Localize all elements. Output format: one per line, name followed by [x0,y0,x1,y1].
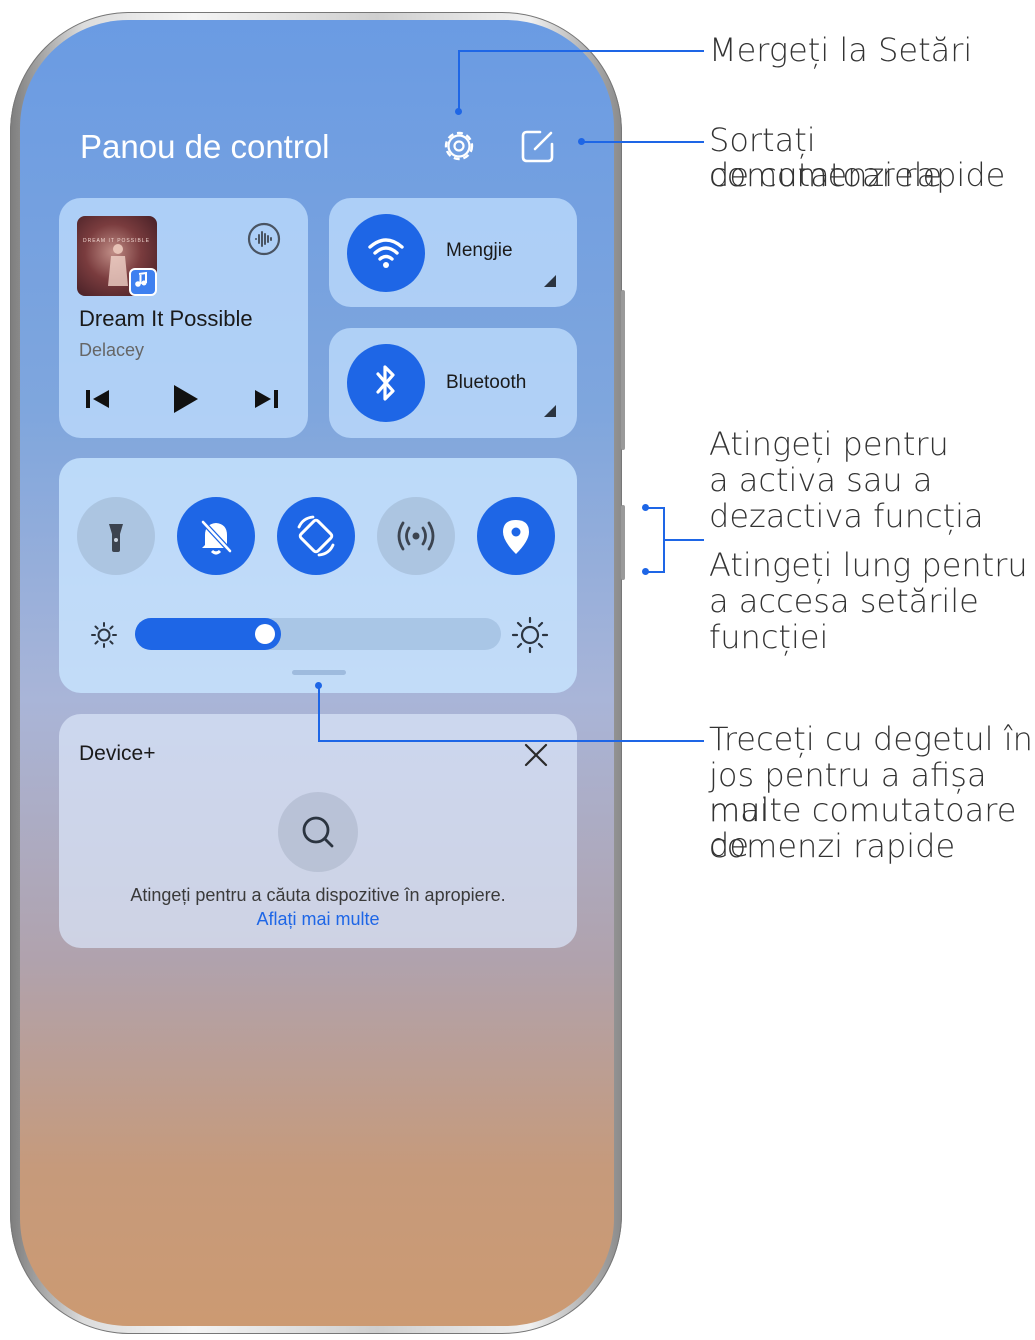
learn-more-link[interactable]: Aflați mai multe [59,909,577,930]
leader-line [318,740,704,742]
silent-toggle[interactable] [177,497,255,575]
previous-icon[interactable] [83,386,113,412]
expand-corner-icon [544,275,556,287]
device-search-button[interactable] [278,792,358,872]
song-title: Dream It Possible [79,306,253,331]
callout-swipe-line4: comenzi rapide [709,827,956,865]
wifi-toggle[interactable] [347,214,425,292]
shortcut-switches-card [59,458,577,693]
wifi-icon [368,238,404,268]
leader-dot [578,138,585,145]
leader-line [458,50,460,110]
leader-line [582,141,704,143]
next-icon[interactable] [251,386,281,412]
leader-dot [315,682,322,689]
auto-rotate-toggle[interactable] [277,497,355,575]
audio-output-icon[interactable] [245,220,283,258]
wifi-label: Mengjie [446,240,513,261]
bluetooth-tile[interactable]: Bluetooth [329,328,577,438]
rotate-icon [297,515,335,557]
song-artist: Delacey [79,340,145,360]
music-app-icon [129,268,157,296]
wifi-tile[interactable]: Mengjie [329,198,577,307]
volume-button [621,290,625,450]
play-icon[interactable] [169,382,201,416]
leader-dot [642,504,649,511]
callout-tap-line1: Atingeți pentru [709,425,949,463]
callout-sort-line2: de comenzi rapide [709,156,1006,194]
sun-small-icon [91,622,117,648]
album-art: DREAM IT POSSIBLE [77,216,157,296]
callout-tap-line2: a activa sau a [709,461,933,499]
device-search-hint: Atingeți pentru a căuta dispozitive în a… [130,885,506,905]
callout-swipe-line1: Treceți cu degetul în [709,720,1033,758]
location-pin-icon [503,520,529,554]
expand-handle[interactable] [292,670,346,675]
leader-dot [455,108,462,115]
callout-tap-line3: dezactiva funcția [709,497,984,535]
device-plus-title: Device+ [79,742,156,765]
expand-corner-icon [544,405,556,417]
media-card[interactable]: DREAM IT POSSIBLE Dream It Possible Dela… [59,198,308,438]
leader-line [318,685,320,742]
album-figure [108,244,128,286]
bluetooth-icon [376,365,395,401]
bluetooth-toggle[interactable] [347,344,425,422]
close-icon[interactable] [523,742,549,768]
nfc-toggle[interactable] [377,497,455,575]
page-title: Panou de control [80,128,330,165]
callout-long-line2: a accesa setările [709,582,979,620]
sun-large-icon [511,616,549,654]
phone-screen: Panou de control DREAM IT POSSIBLE Dream… [20,20,614,1326]
bluetooth-label: Bluetooth [446,372,527,393]
location-toggle[interactable] [477,497,555,575]
callout-long-line3: funcției [709,618,829,656]
wireless-icon [397,521,435,551]
brightness-slider[interactable] [135,618,501,650]
leader-dot [642,568,649,575]
callout-long-line1: Atingeți lung pentru [709,546,1028,584]
leader-line [664,539,704,541]
bell-off-icon [201,520,232,555]
search-icon [302,816,334,848]
power-button [621,505,625,580]
gear-icon[interactable] [439,126,479,166]
callout-settings: Mergeți la Setări [709,31,973,69]
flashlight-icon [109,524,123,552]
device-plus-card: Device+ Atingeți pentru a căuta dispozit… [59,714,577,948]
leader-line [458,50,704,52]
brightness-knob[interactable] [255,624,275,644]
flashlight-toggle[interactable] [77,497,155,575]
edit-square-icon[interactable] [518,126,558,166]
